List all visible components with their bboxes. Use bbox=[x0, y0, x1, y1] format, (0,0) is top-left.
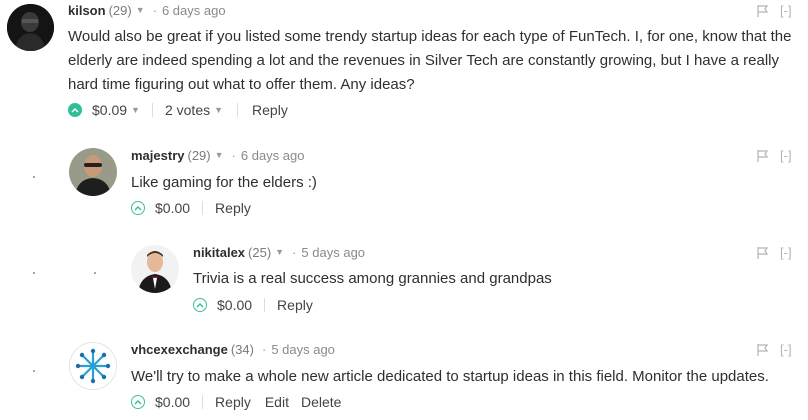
flag-icon[interactable] bbox=[757, 247, 769, 262]
delete-button[interactable]: Delete bbox=[301, 394, 341, 410]
comment-body: Like gaming for the elders :) bbox=[131, 174, 317, 191]
thread-line-dot bbox=[33, 176, 35, 178]
votes-count[interactable]: 2 votes bbox=[165, 102, 210, 118]
comment-body: Trivia is a real success among grannies … bbox=[193, 270, 552, 287]
comment-body: Would also be great if you listed some t… bbox=[68, 28, 792, 93]
comment-author[interactable]: nikitalex bbox=[193, 245, 245, 260]
divider bbox=[237, 103, 239, 117]
flag-icon[interactable] bbox=[757, 344, 769, 359]
collapse-button[interactable]: [-] bbox=[780, 148, 792, 163]
upvote-icon[interactable] bbox=[193, 298, 207, 312]
comment-body: We'll try to make a whole new article de… bbox=[131, 368, 769, 385]
reply-button[interactable]: Reply bbox=[252, 102, 288, 118]
caret-down-icon[interactable]: ▼ bbox=[215, 150, 224, 160]
author-reputation: (29) bbox=[187, 148, 211, 163]
divider bbox=[202, 395, 204, 409]
avatar[interactable] bbox=[7, 4, 54, 51]
payout-amount[interactable]: $0.09 bbox=[92, 102, 127, 118]
flag-icon[interactable] bbox=[757, 150, 769, 165]
separator-dot: · bbox=[292, 245, 297, 260]
collapse-button[interactable]: [-] bbox=[780, 3, 792, 18]
comment-author[interactable]: vhcexexchange bbox=[131, 342, 228, 357]
thread-line-dot bbox=[33, 370, 35, 372]
reply-button[interactable]: Reply bbox=[277, 297, 313, 313]
avatar[interactable] bbox=[131, 245, 179, 293]
separator-dot: · bbox=[231, 148, 236, 163]
comment-author[interactable]: majestry bbox=[131, 148, 184, 163]
comment-time[interactable]: 5 days ago bbox=[301, 245, 365, 260]
comment-time[interactable]: 5 days ago bbox=[271, 342, 335, 357]
reply-button[interactable]: Reply bbox=[215, 200, 251, 216]
divider bbox=[202, 201, 204, 215]
collapse-button[interactable]: [-] bbox=[780, 245, 792, 260]
divider bbox=[264, 298, 266, 312]
caret-down-icon[interactable]: ▼ bbox=[275, 247, 284, 257]
caret-down-icon[interactable]: ▼ bbox=[131, 105, 140, 115]
comment-author[interactable]: kilson bbox=[68, 3, 106, 18]
collapse-button[interactable]: [-] bbox=[780, 342, 792, 357]
payout-amount[interactable]: $0.00 bbox=[217, 297, 252, 313]
comment-time[interactable]: 6 days ago bbox=[162, 3, 226, 18]
thread-line-dot bbox=[33, 272, 35, 274]
author-reputation: (25) bbox=[248, 245, 272, 260]
comment-time[interactable]: 6 days ago bbox=[241, 148, 305, 163]
payout-amount[interactable]: $0.00 bbox=[155, 200, 190, 216]
separator-dot: · bbox=[261, 342, 267, 357]
payout-amount[interactable]: $0.00 bbox=[155, 394, 190, 410]
author-reputation: (29) bbox=[108, 3, 132, 18]
avatar[interactable] bbox=[69, 342, 117, 390]
thread-line-dot bbox=[94, 272, 96, 274]
divider bbox=[151, 103, 153, 117]
upvote-icon[interactable] bbox=[68, 103, 82, 117]
edit-button[interactable]: Edit bbox=[265, 394, 289, 410]
flag-icon[interactable] bbox=[757, 5, 769, 20]
caret-down-icon[interactable]: ▼ bbox=[136, 5, 145, 15]
separator-dot: · bbox=[152, 3, 157, 18]
author-reputation: (34) bbox=[230, 342, 254, 357]
caret-down-icon[interactable]: ▼ bbox=[214, 105, 223, 115]
avatar[interactable] bbox=[69, 148, 117, 196]
reply-button[interactable]: Reply bbox=[215, 394, 251, 410]
upvote-icon[interactable] bbox=[131, 395, 145, 409]
upvote-icon[interactable] bbox=[131, 201, 145, 215]
